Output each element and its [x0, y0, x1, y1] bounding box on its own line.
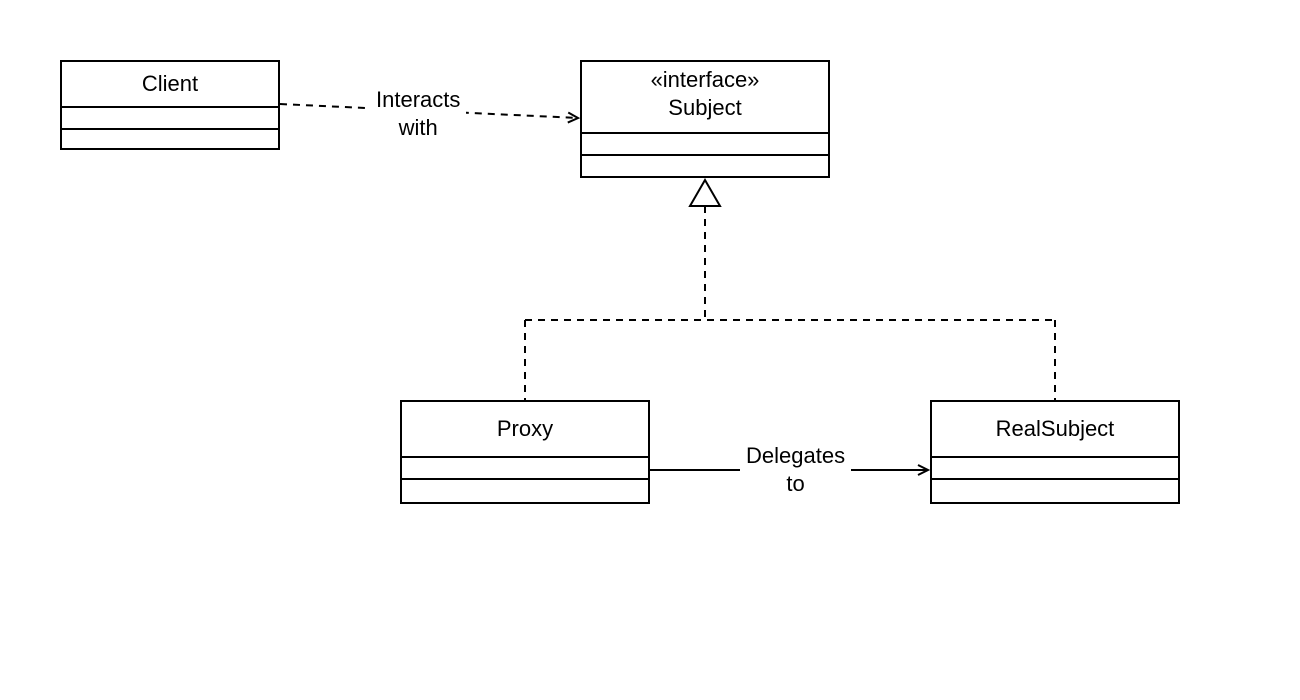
class-subject-name: Subject	[586, 94, 824, 122]
class-realsubject-name: RealSubject	[996, 415, 1115, 443]
class-client: Client	[60, 60, 280, 150]
edge-label-interacts-line1: Interacts	[376, 86, 460, 114]
edge-label-delegates-to: Delegates to	[740, 442, 851, 497]
class-proxy: Proxy	[400, 400, 650, 504]
class-client-name: Client	[142, 70, 198, 98]
edge-label-interacts-line2: with	[376, 114, 460, 142]
class-realsubject-attrs	[932, 458, 1178, 480]
edge-label-delegates-line1: Delegates	[746, 442, 845, 470]
class-client-ops	[62, 130, 278, 152]
edge-label-interacts-with: Interacts with	[370, 86, 466, 141]
class-subject-stereotype: «interface»	[586, 66, 824, 94]
class-realsubject-ops	[932, 480, 1178, 502]
class-realsubject: RealSubject	[930, 400, 1180, 504]
class-proxy-ops	[402, 480, 648, 502]
class-client-attrs	[62, 108, 278, 130]
diagram-canvas: RealSubject (association) --> Client «in…	[0, 0, 1300, 700]
realization-arrowhead	[690, 180, 720, 206]
class-subject-ops	[582, 156, 828, 178]
class-proxy-attrs	[402, 458, 648, 480]
edge-label-delegates-line2: to	[746, 470, 845, 498]
class-proxy-name: Proxy	[497, 415, 553, 443]
class-subject: «interface» Subject	[580, 60, 830, 178]
class-subject-attrs	[582, 134, 828, 156]
